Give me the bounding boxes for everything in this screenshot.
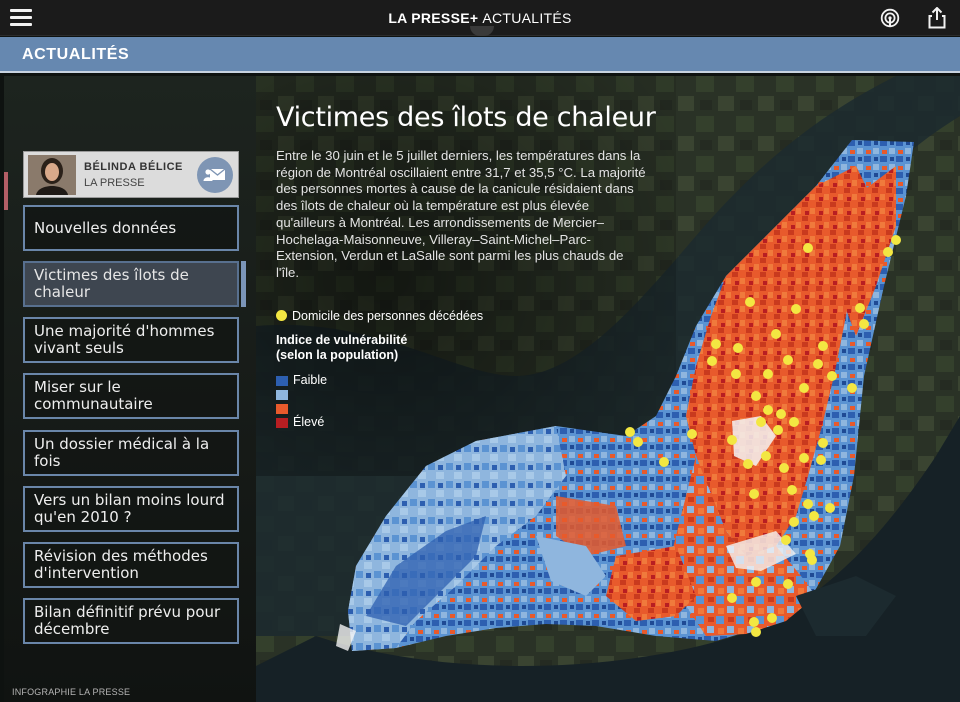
legend-title: Indice de vulnérabilité (selon la popula… [276,333,407,363]
nav-item[interactable]: Une majorité d'hommes vivant seuls [23,317,239,363]
legend-high-label: Élevé [293,415,325,429]
legend-title-line1: Indice de vulnérabilité [276,333,408,347]
nav-item[interactable]: Miser sur le communautaire [23,373,239,419]
brand-label: LA PRESSE+ [388,10,479,26]
pull-tab[interactable] [470,26,494,36]
nav-item[interactable]: Révision des méthodes d'intervention [23,542,239,588]
nav-item[interactable]: Victimes des îlots de chaleur [23,261,246,307]
article-intro: Entre le 30 juin et le 5 juillet dernier… [276,148,646,280]
legend-low-label: Faible [293,373,328,387]
legend-swatch-2 [276,390,288,400]
credit-line: INFOGRAPHIE LA PRESSE [12,687,131,697]
legend-swatch-faible [276,376,288,386]
avatar [28,155,76,195]
top-app-bar: LA PRESSE+ ACTUALITÉS [0,0,960,36]
yellow-dot-icon [276,310,287,321]
legend-deceased: Domicile des personnes décédées [276,309,483,323]
mail-icon[interactable] [197,157,233,193]
section-title: ACTUALITÉS [22,46,130,63]
legend-dot-label: Domicile des personnes décédées [292,309,484,323]
section-label: ACTUALITÉS [482,10,572,26]
podcast-icon[interactable] [880,8,900,28]
nav-item[interactable]: Nouvelles données [23,205,239,251]
nav-item[interactable]: Vers un bilan moins lourd qu'en 2010 ? [23,486,239,532]
author-card[interactable]: BÉLINDA BÉLICE LA PRESSE [23,151,239,198]
page-edge-marker [4,172,8,210]
nav-item[interactable]: Un dossier médical à la fois [23,430,239,476]
app-title: LA PRESSE+ ACTUALITÉS [0,10,960,26]
nav-item[interactable]: Bilan définitif prévu pour décembre [23,598,239,644]
share-icon[interactable] [928,7,946,29]
legend-swatch-eleve [276,418,288,428]
legend-swatch-3 [276,404,288,414]
legend-title-line2: (selon la population) [276,348,399,362]
section-header: ACTUALITÉS [0,37,960,73]
author-name: BÉLINDA BÉLICE [84,161,183,173]
author-organization: LA PRESSE [84,177,145,189]
page-title: Victimes des îlots de chaleur [276,102,656,133]
